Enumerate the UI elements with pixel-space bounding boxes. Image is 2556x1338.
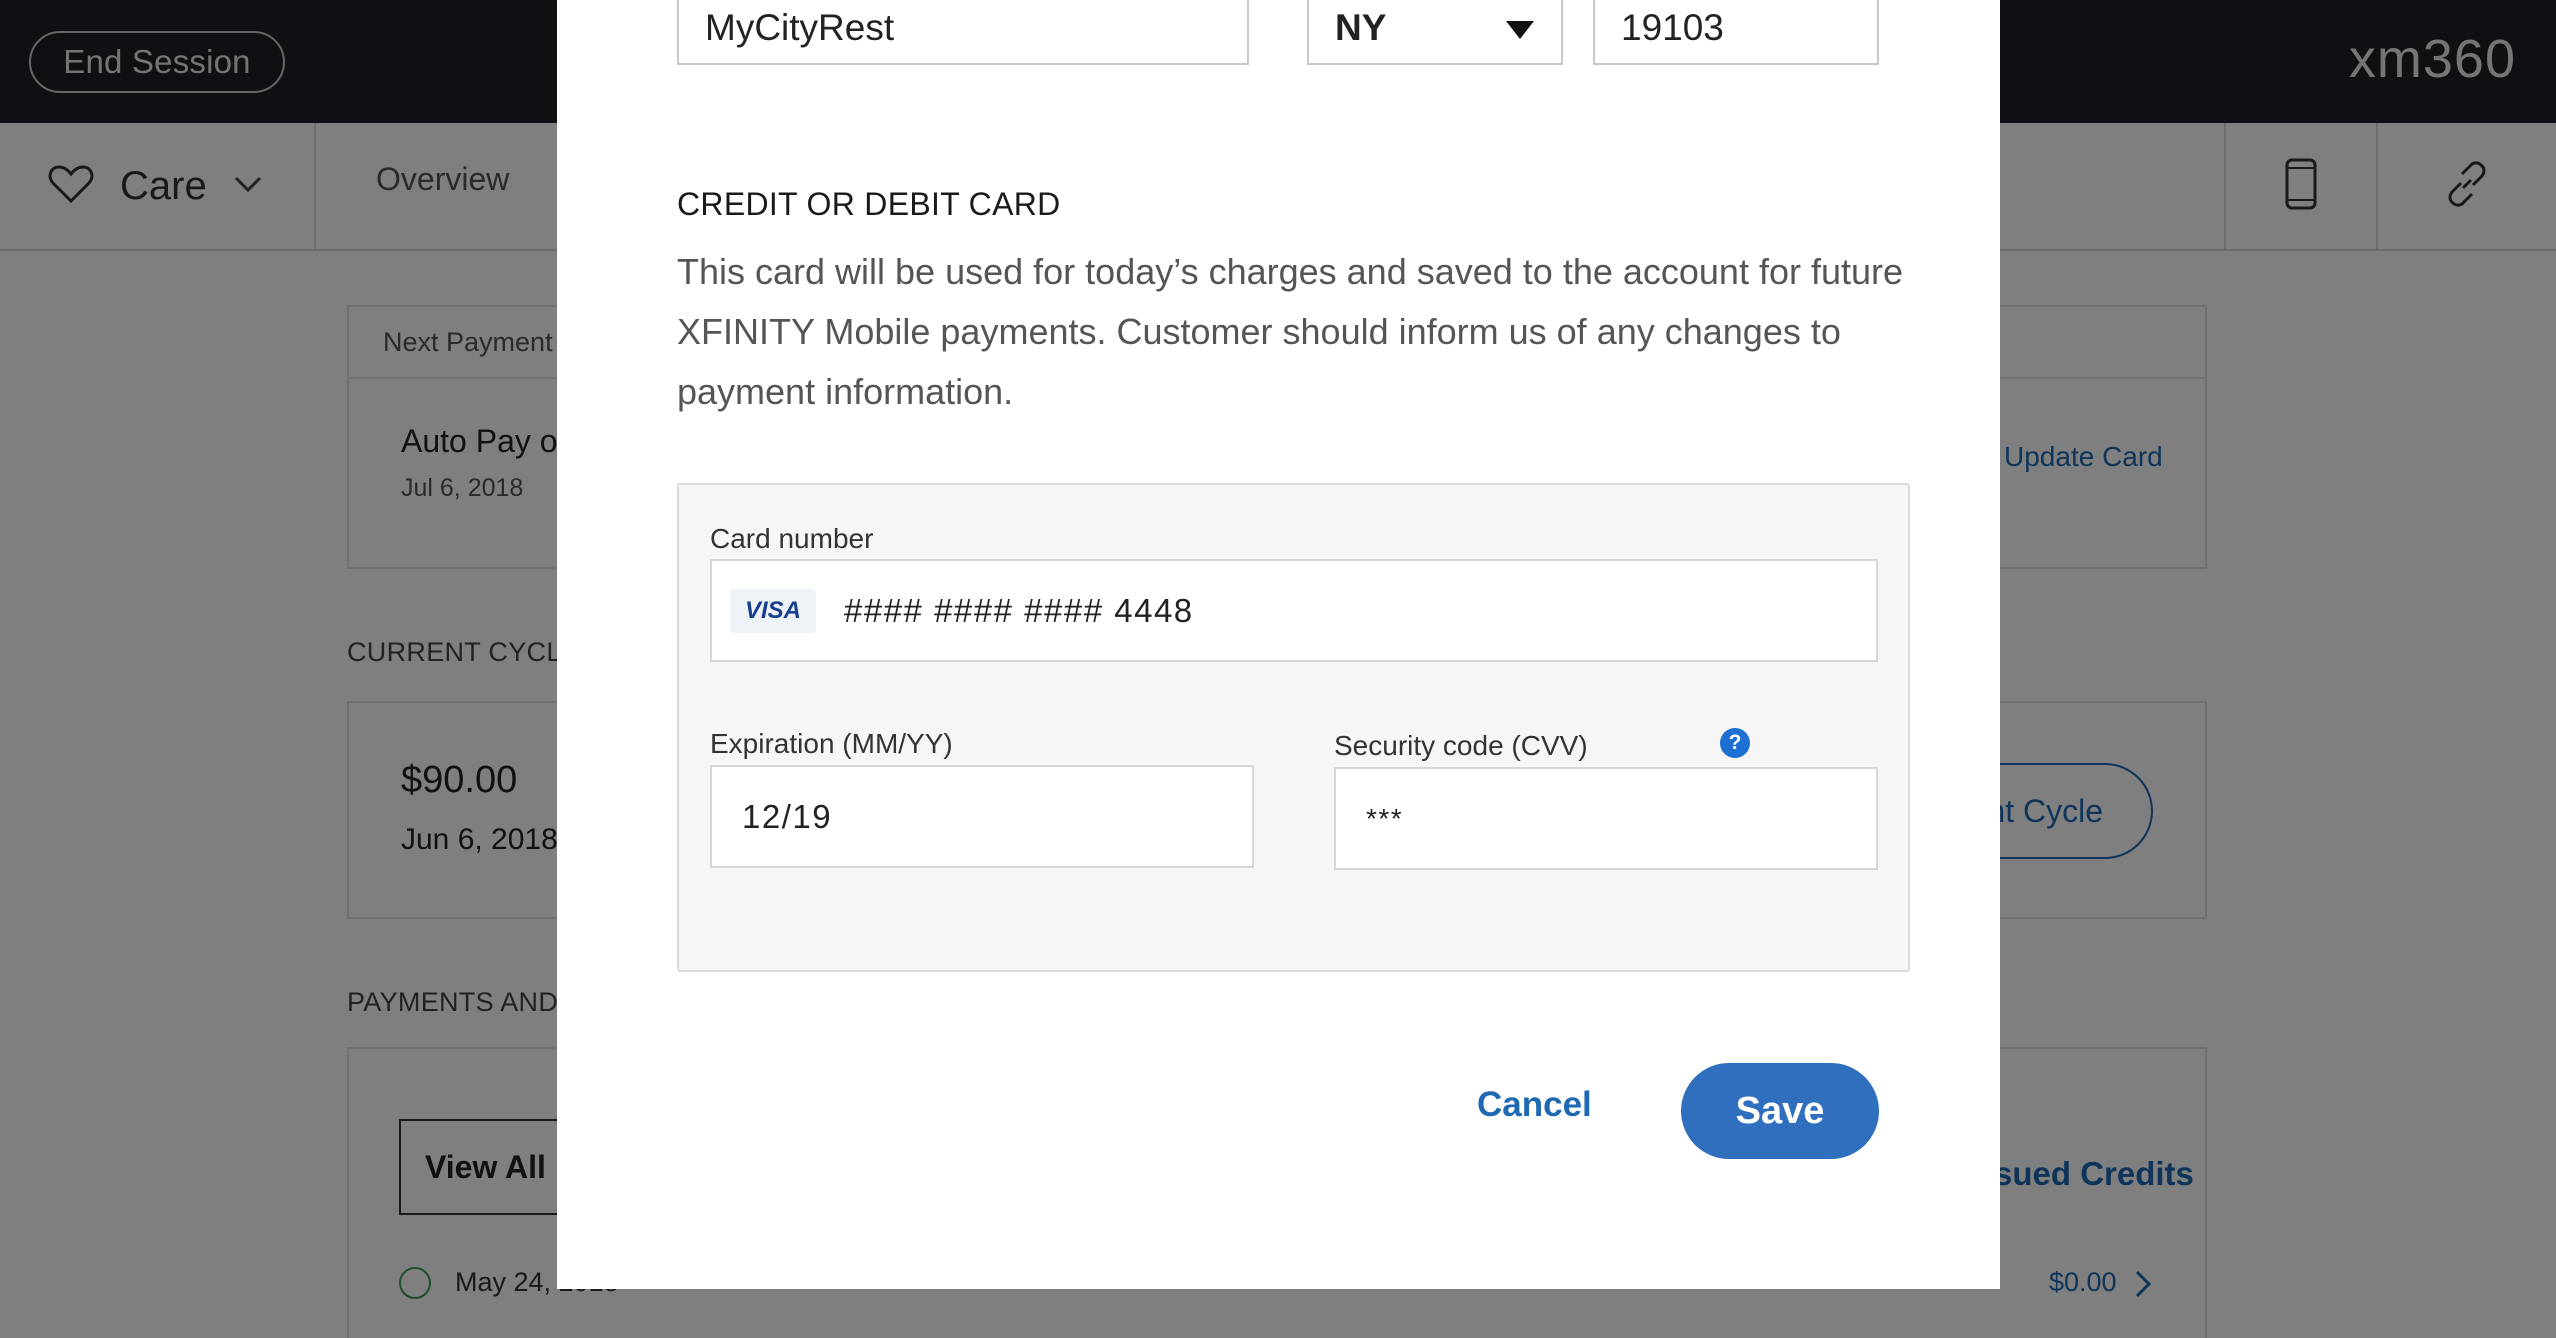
payment-card-modal: MyCityRest NY 19103 CREDIT OR DEBIT CARD…	[557, 0, 2000, 1289]
card-number-value: #### #### #### 4448	[844, 591, 1194, 629]
state-select[interactable]: NY	[1307, 0, 1563, 65]
cvv-input[interactable]: ***	[1334, 767, 1878, 870]
expiration-input[interactable]: 12/19	[710, 765, 1254, 868]
city-value: MyCityRest	[705, 6, 895, 48]
dropdown-arrow-icon	[1505, 7, 1535, 49]
zip-field[interactable]: 19103	[1593, 0, 1879, 65]
city-field[interactable]: MyCityRest	[677, 0, 1249, 65]
card-form-panel: Card number VISA #### #### #### 4448 Exp…	[677, 483, 1910, 972]
save-button[interactable]: Save	[1681, 1063, 1879, 1159]
expiration-value: 12/19	[742, 797, 833, 835]
expiration-label: Expiration (MM/YY)	[710, 728, 953, 759]
cvv-label: Security code (CVV)	[1334, 730, 1588, 761]
card-section-heading: CREDIT OR DEBIT CARD	[677, 186, 1061, 222]
card-section-description: This card will be used for today’s charg…	[677, 251, 1904, 412]
card-number-label: Card number	[710, 523, 874, 554]
cancel-button[interactable]: Cancel	[1477, 1085, 1592, 1125]
visa-icon: VISA	[730, 588, 816, 633]
card-number-input[interactable]: VISA #### #### #### 4448	[710, 559, 1878, 662]
zip-value: 19103	[1621, 6, 1724, 48]
state-value: NY	[1335, 6, 1387, 48]
help-icon[interactable]: ?	[1720, 728, 1750, 758]
cvv-value: ***	[1366, 802, 1404, 834]
